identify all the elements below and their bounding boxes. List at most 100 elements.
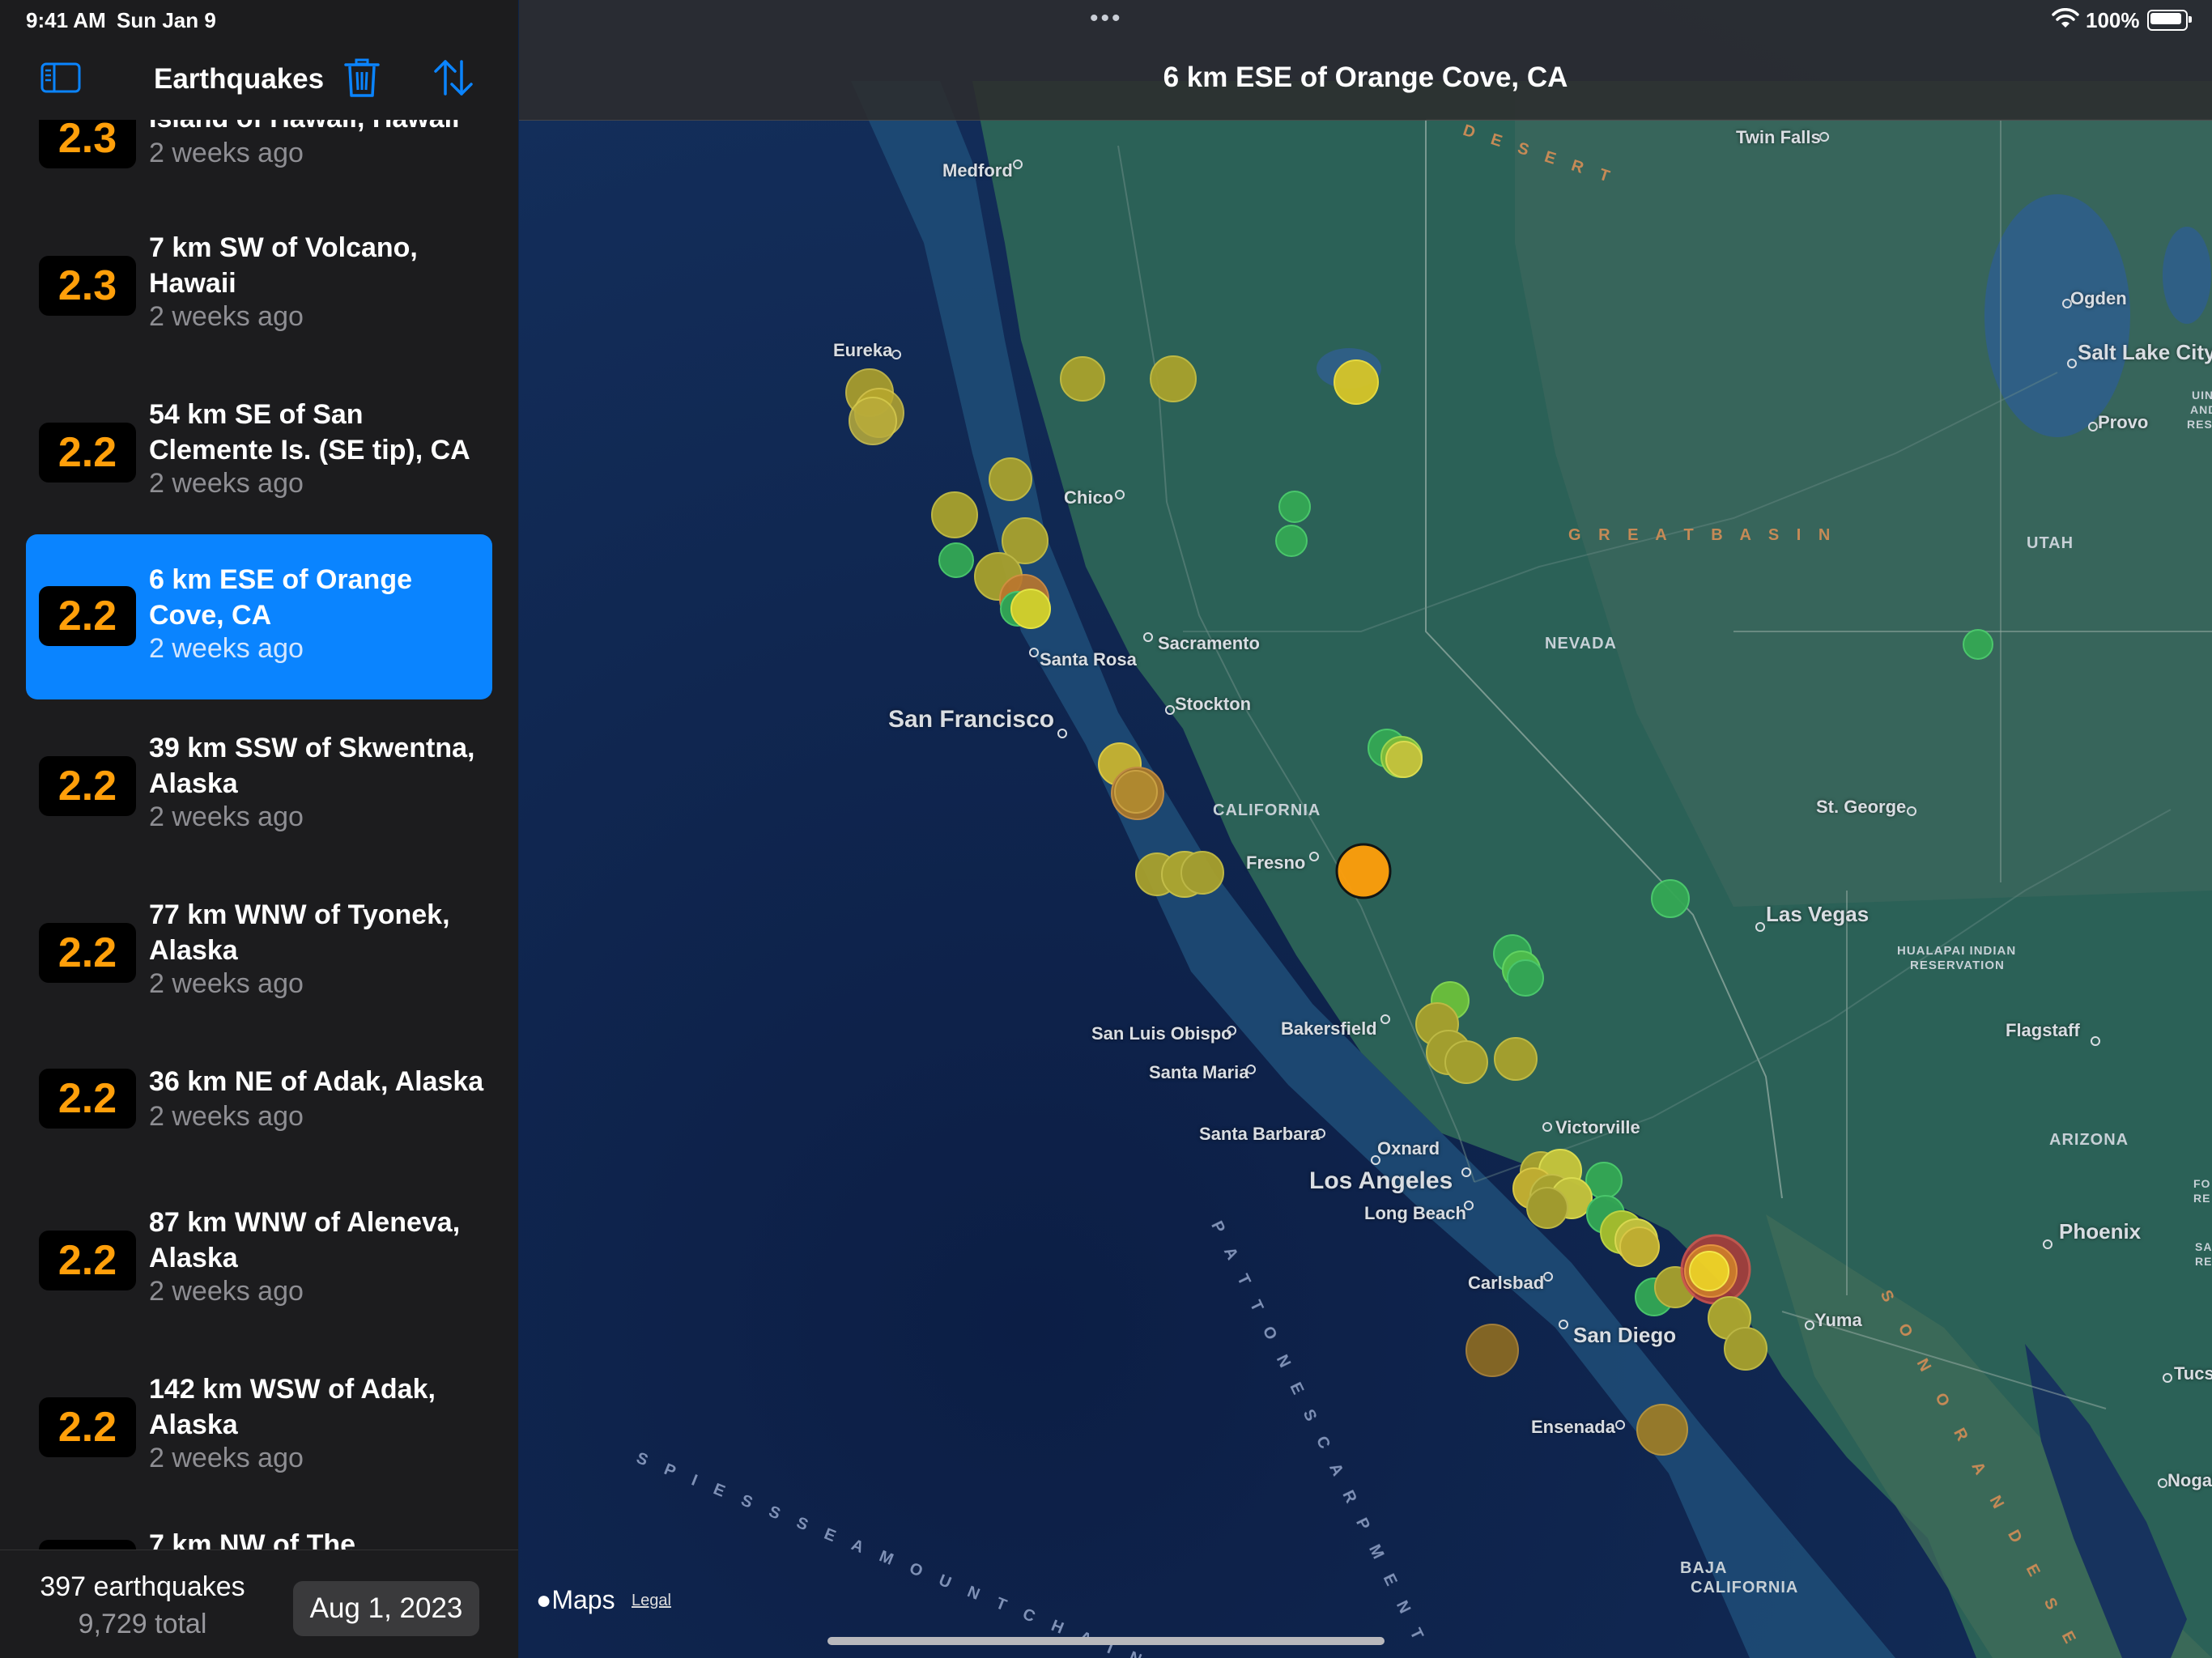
region-label: RESER: [2187, 418, 2212, 431]
city-label: Victorville: [1555, 1117, 1640, 1137]
city-label: Los Angeles: [1309, 1167, 1453, 1194]
sidebar-footer: 397 earthquakes 9,729 total Aug 1, 2023: [0, 1550, 518, 1658]
city-label: Chico: [1064, 487, 1114, 508]
city-dot: [1309, 852, 1319, 861]
region-label: CALIFORNIA: [1691, 1579, 1799, 1596]
city-dot: [1057, 729, 1067, 738]
map-canvas[interactable]: [519, 0, 2212, 1658]
multitasking-icon[interactable]: •••: [1090, 5, 1123, 32]
list-item[interactable]: 2.2 142 km WSW of Adak, Alaska 2 weeks a…: [26, 1354, 492, 1519]
home-indicator[interactable]: [827, 1637, 1385, 1645]
map-title: 6 km ESE of Orange Cove, CA: [1163, 62, 1568, 93]
city-label: San Diego: [1573, 1323, 1677, 1347]
city-label: Twin Falls: [1736, 127, 1821, 147]
wifi-icon: [2052, 8, 2079, 28]
place-label: 7 km SW of Volcano, Hawaii: [149, 232, 418, 299]
list-item[interactable]: 2.2 36 km NE of Adak, Alaska 2 weeks ago: [26, 1039, 492, 1205]
sidebar-toggle-icon[interactable]: [40, 62, 81, 94]
city-label: Carlsbad: [1468, 1273, 1545, 1293]
city-label: Yuma: [1814, 1310, 1862, 1330]
battery-icon: [2147, 10, 2192, 31]
map-view[interactable]: Medford Twin Falls Ogden Salt Lake City …: [519, 0, 2212, 1658]
list-item[interactable]: 2.2 87 km WNW of Aleneva, Alaska 2 weeks…: [26, 1187, 492, 1352]
city-dot: [891, 350, 901, 359]
city-dot: [1542, 1122, 1552, 1132]
region-label: AND: [2190, 403, 2212, 416]
city-label: Medford: [942, 160, 1013, 181]
region-label: RESERVATION: [1910, 959, 2005, 972]
earthquake-count: 397 earthquakes: [40, 1571, 245, 1602]
city-dot: [1143, 632, 1153, 642]
region-label: NEVADA: [1545, 635, 1617, 653]
sidebar: 2.3 Island of Hawaii, Hawaii 2 weeks ago…: [0, 0, 518, 1658]
region-label: UTAH: [2027, 534, 2074, 552]
region-label: ARIZONA: [2049, 1131, 2129, 1149]
list-item[interactable]: 2.3 7 km SW of Volcano, Hawaii 2 weeks a…: [26, 206, 492, 371]
city-label: Phoenix: [2059, 1219, 2142, 1244]
city-dot: [2163, 1373, 2172, 1383]
city-dot: [1013, 159, 1023, 169]
city-dot: [2158, 1478, 2167, 1488]
magnitude-badge: 2.2: [39, 1069, 136, 1129]
earthquake-list[interactable]: 2.3 Island of Hawaii, Hawaii 2 weeks ago…: [0, 0, 518, 1658]
trash-icon[interactable]: [343, 57, 381, 99]
magnitude-badge: 2.2: [39, 1397, 136, 1457]
place-label: 87 km WNW of Aleneva, Alaska: [149, 1207, 461, 1273]
city-label: St. George: [1816, 797, 1907, 817]
place-label: 6 km ESE of Orange Cove, CA: [149, 564, 412, 631]
legal-link[interactable]: Legal: [632, 1592, 671, 1610]
city-label: San Luis Obispo: [1091, 1023, 1232, 1044]
place-label: 36 km NE of Adak, Alaska: [149, 1066, 484, 1097]
time-ago-label: 2 weeks ago: [149, 468, 304, 499]
list-item[interactable]: 2.2 39 km SSW of Skwentna, Alaska 2 week…: [26, 706, 492, 871]
list-item-selected[interactable]: 2.2 6 km ESE of Orange Cove, CA 2 weeks …: [26, 534, 492, 699]
region-label: UIN: [2192, 389, 2212, 402]
city-dot: [1615, 1420, 1625, 1430]
city-label: Santa Maria: [1149, 1062, 1249, 1082]
place-label: 77 km WNW of Tyonek, Alaska: [149, 899, 450, 966]
city-label: Santa Rosa: [1040, 649, 1137, 670]
city-dot: [2091, 1036, 2100, 1046]
sidebar-navigation-bar: Earthquakes: [0, 39, 518, 120]
place-label: 39 km SSW of Skwentna, Alaska: [149, 733, 475, 799]
region-label: SA: [2195, 1240, 2212, 1253]
city-dot: [1755, 922, 1765, 932]
list-item[interactable]: 2.2 54 km SE of San Clemente Is. (SE tip…: [26, 372, 492, 538]
status-date: Sun Jan 9: [117, 8, 216, 32]
sort-icon[interactable]: [431, 57, 476, 99]
city-dot: [1543, 1272, 1553, 1282]
time-ago-label: 2 weeks ago: [149, 968, 304, 999]
region-label: CALIFORNIA: [1213, 801, 1321, 819]
city-dot: [1380, 1014, 1390, 1024]
magnitude-badge: 2.2: [39, 1231, 136, 1290]
city-dot: [1461, 1167, 1471, 1177]
list-item[interactable]: 2.2 77 km WNW of Tyonek, Alaska 2 weeks …: [26, 873, 492, 1038]
time-ago-label: 2 weeks ago: [149, 1276, 304, 1307]
region-label: BAJA: [1680, 1559, 1728, 1577]
city-label: Bakersfield: [1281, 1018, 1377, 1039]
city-label: Nogal: [2167, 1470, 2212, 1490]
city-label: Salt Lake City: [2078, 340, 2212, 364]
time-ago-label: 2 weeks ago: [149, 301, 304, 332]
region-label: HUALAPAI INDIAN: [1897, 944, 2017, 958]
magnitude-badge: 2.2: [39, 923, 136, 983]
city-dot: [2088, 422, 2098, 432]
magnitude-badge: 2.2: [39, 756, 136, 816]
earthquake-total: 9,729 total: [78, 1609, 207, 1639]
feature-label: G R E A T B A S I N: [1568, 526, 1837, 544]
city-label: Long Beach: [1364, 1203, 1466, 1223]
city-dot: [1805, 1320, 1814, 1330]
date-picker-button[interactable]: Aug 1, 2023: [293, 1581, 479, 1636]
city-label: Eureka: [833, 340, 893, 360]
apple-logo-icon: ●: [536, 1585, 552, 1614]
city-label: Sacramento: [1158, 633, 1260, 653]
apple-maps-attribution[interactable]: ●Maps: [536, 1585, 615, 1615]
time-ago-label: 2 weeks ago: [149, 1101, 304, 1132]
city-label: Ogden: [2070, 288, 2127, 308]
magnitude-badge: 2.2: [39, 423, 136, 483]
city-dot: [1165, 705, 1175, 715]
place-label: 54 km SE of San Clemente Is. (SE tip), C…: [149, 399, 470, 466]
time-ago-label: 2 weeks ago: [149, 1443, 304, 1473]
city-label: Ensenada: [1531, 1417, 1615, 1437]
city-dot: [2067, 359, 2077, 368]
